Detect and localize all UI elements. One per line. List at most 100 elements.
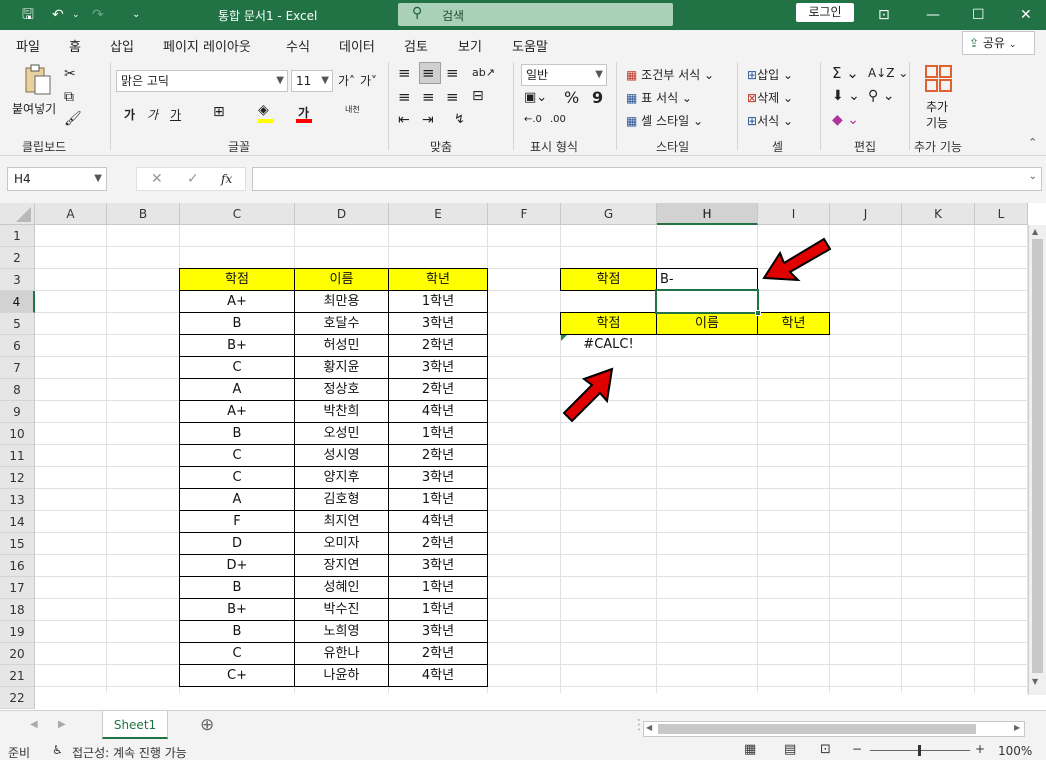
ribbon-display-icon[interactable]: ⊡ (878, 6, 890, 24)
font-name-combo[interactable]: 맑은 고딕 ▼ (116, 70, 288, 92)
table-header-cell[interactable]: 학년 (388, 268, 488, 291)
table-cell[interactable]: 4학년 (388, 510, 488, 533)
table-cell[interactable]: 성시영 (294, 444, 389, 467)
accessibility-status[interactable]: 접근성: 계속 진행 가능 (72, 744, 187, 761)
redo-icon[interactable]: ↷ (92, 6, 104, 24)
delete-cells-button[interactable]: ⊠삭제 ⌄ (747, 89, 793, 106)
zoom-level[interactable]: 100% (998, 744, 1032, 758)
table-cell[interactable]: C (179, 444, 295, 467)
name-box[interactable]: H4 ▼ (7, 167, 107, 191)
search-box[interactable]: ⚲ 검색 (398, 3, 673, 26)
align-middle-icon[interactable]: ≡ (422, 64, 435, 82)
table-cell[interactable]: 2학년 (388, 444, 488, 467)
table-cell[interactable]: A+ (179, 290, 295, 313)
table-cell[interactable]: 김호형 (294, 488, 389, 511)
merge-center-icon[interactable]: ⊟ (472, 88, 484, 104)
table-cell[interactable]: 1학년 (388, 598, 488, 621)
minimize-icon[interactable]: — (926, 6, 940, 24)
table-cell[interactable]: 최지연 (294, 510, 389, 533)
share-button[interactable]: ⇪ 공유 ⌄ (962, 31, 1035, 55)
tab-insert[interactable]: 삽입 (110, 36, 134, 55)
table-cell[interactable]: 유한나 (294, 642, 389, 665)
undo-icon[interactable]: ↶ (52, 6, 64, 24)
accounting-format-icon[interactable]: ▣⌄ (524, 90, 547, 105)
add-ins-icon[interactable] (924, 64, 954, 94)
fill-handle[interactable] (755, 310, 761, 316)
table-header-cell[interactable]: 이름 (294, 268, 389, 291)
table-cell[interactable]: A (179, 378, 295, 401)
table-cell[interactable]: D (179, 532, 295, 555)
table-cell[interactable]: 허성민 (294, 334, 389, 357)
zoom-in-icon[interactable]: + (975, 742, 985, 756)
table-cell[interactable]: 1학년 (388, 488, 488, 511)
zoom-slider-handle[interactable] (918, 745, 921, 756)
formula-input[interactable]: ⌄ (252, 167, 1042, 191)
percent-button[interactable]: % (564, 88, 579, 107)
format-painter-icon[interactable]: 🖌 (64, 111, 82, 127)
table-cell[interactable]: C (179, 356, 295, 379)
table-cell[interactable]: 1학년 (388, 576, 488, 599)
cut-icon[interactable]: ✂ (64, 66, 76, 82)
increase-font-icon[interactable]: 가˄ (338, 72, 355, 89)
customize-qat-icon[interactable]: ⌄ (132, 6, 140, 24)
worksheet-grid[interactable]: ABCDEFGHIJKL 1 2 3 4 5 6 7 8 9 10 11 12 13 14 15 16 17 18… (0, 203, 1046, 710)
format-as-table-button[interactable]: ▦ 표 서식 ⌄ (626, 89, 692, 106)
increase-decimal-icon[interactable]: ←.0 (524, 114, 542, 125)
tab-file[interactable]: 파일 (16, 36, 40, 55)
align-bottom-icon[interactable]: ≡ (446, 64, 459, 82)
table-cell[interactable]: 2학년 (388, 378, 488, 401)
table-cell[interactable]: 오미자 (294, 532, 389, 555)
close-icon[interactable]: ✕ (1020, 6, 1032, 24)
table-cell[interactable]: 3학년 (388, 466, 488, 489)
fill-color-icon[interactable]: ◈ (258, 102, 269, 118)
normal-view-icon[interactable]: ▦ (744, 742, 756, 757)
login-button[interactable]: 로그인 (796, 3, 854, 22)
table-cell[interactable]: C (179, 642, 295, 665)
page-break-view-icon[interactable]: ⊡ (820, 742, 831, 757)
table-cell[interactable]: 최만용 (294, 290, 389, 313)
table-cell[interactable]: 2학년 (388, 642, 488, 665)
zoom-out-icon[interactable]: − (852, 742, 862, 756)
criteria-label-cell[interactable]: 학점 (560, 268, 657, 291)
sort-filter-icon[interactable]: A↓Z ⌄ (868, 66, 908, 80)
phonetic-button[interactable]: 내천 (345, 104, 360, 115)
table-cell[interactable]: 2학년 (388, 532, 488, 555)
table-cell[interactable]: D+ (179, 554, 295, 577)
tab-page-layout[interactable]: 페이지 레이아웃 (163, 36, 251, 55)
align-top-icon[interactable]: ≡ (398, 64, 411, 82)
table-cell[interactable]: 양지후 (294, 466, 389, 489)
table-cell[interactable]: 2학년 (388, 334, 488, 357)
underline-button[interactable]: 가 (170, 106, 181, 123)
insert-cells-button[interactable]: ⊞삽입 ⌄ (747, 66, 793, 83)
paste-button[interactable]: 붙여넣기 (12, 100, 56, 117)
table-cell[interactable]: B (179, 620, 295, 643)
table-cell[interactable]: 3학년 (388, 554, 488, 577)
decrease-indent-icon[interactable]: ⇤ (398, 112, 410, 128)
conditional-formatting-button[interactable]: ▦ 조건부 서식 ⌄ (626, 66, 714, 83)
table-cell[interactable]: 박수진 (294, 598, 389, 621)
table-cell[interactable]: A (179, 488, 295, 511)
find-select-icon[interactable]: ⚲ ⌄ (868, 88, 894, 104)
number-format-combo[interactable]: 일반 ▼ (521, 64, 607, 86)
borders-icon[interactable]: ⊞ (213, 104, 225, 120)
new-sheet-icon[interactable]: ⊕ (200, 715, 214, 735)
table-cell[interactable]: 성혜인 (294, 576, 389, 599)
fill-icon[interactable]: ⬇ ⌄ (832, 88, 860, 104)
insert-function-button[interactable]: fx (221, 172, 232, 186)
collapse-ribbon-icon[interactable]: ⌃ (1028, 136, 1037, 149)
bold-button[interactable]: 가 (124, 106, 135, 123)
table-cell[interactable]: 3학년 (388, 620, 488, 643)
table-cell[interactable]: B (179, 422, 295, 445)
table-cell[interactable]: 1학년 (388, 290, 488, 313)
table-cell[interactable]: 호달수 (294, 312, 389, 335)
result-header-cell[interactable]: 학점 (560, 312, 657, 335)
decrease-decimal-icon[interactable]: .00 (550, 114, 566, 125)
save-icon[interactable]: 🖫 (22, 6, 34, 24)
result-header-cell[interactable]: 학년 (757, 312, 830, 335)
table-cell[interactable]: 장지연 (294, 554, 389, 577)
align-left-icon[interactable]: ≡ (398, 88, 411, 106)
table-cell[interactable]: 오성민 (294, 422, 389, 445)
format-cells-button[interactable]: ⊞서식 ⌄ (747, 112, 793, 129)
cell-styles-button[interactable]: ▦ 셀 스타일 ⌄ (626, 112, 703, 129)
table-cell[interactable]: 정상호 (294, 378, 389, 401)
